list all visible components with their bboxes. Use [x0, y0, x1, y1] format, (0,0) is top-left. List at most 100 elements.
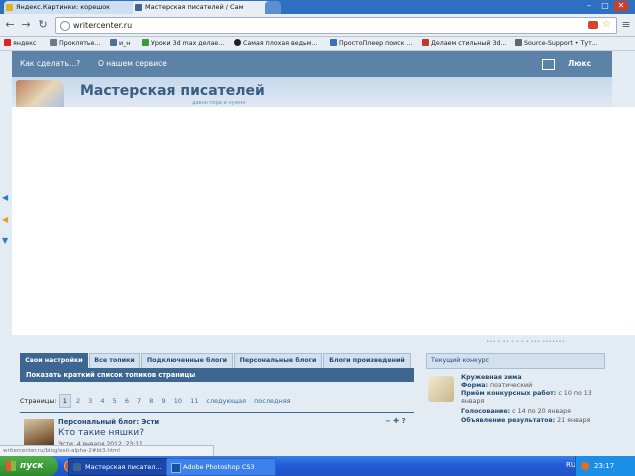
last-page-link[interactable]: последняя	[251, 395, 294, 407]
address-bar[interactable]: writercenter.ru ☆	[55, 17, 617, 34]
windows-logo-icon	[6, 461, 16, 471]
page-link[interactable]: 9	[158, 395, 168, 407]
back-arrow-icon[interactable]: ←	[3, 18, 17, 32]
page-icon	[234, 39, 241, 46]
expand-left-icon[interactable]: ◀	[2, 193, 8, 202]
page-link[interactable]: 5	[110, 395, 120, 407]
tab-all-topics[interactable]: Все топики	[89, 353, 140, 369]
next-page-link[interactable]: следующая	[203, 395, 249, 407]
page-link[interactable]: 8	[146, 395, 156, 407]
maximize-button[interactable]: □	[598, 1, 612, 11]
bookmarks-bar: яндекс Проклятье... и_н Уроки 3d max дел…	[0, 37, 635, 51]
scroll-icon	[428, 376, 454, 402]
mail-icon[interactable]	[542, 59, 555, 70]
collapse-down-icon[interactable]: ▼	[2, 236, 8, 245]
tray-app-icon[interactable]	[581, 462, 589, 470]
browser-tab-label: Яндекс.Картинки: корешок	[16, 3, 111, 11]
bookmark-item[interactable]: яндекс	[4, 38, 36, 49]
divider	[20, 412, 414, 413]
tab-personal-blogs[interactable]: Персональные блоги	[234, 353, 322, 369]
page-icon	[50, 39, 57, 46]
site-favicon-icon	[135, 4, 142, 11]
site-header: Как сделать...? О нашем сервисе Люкс Дан…	[12, 51, 612, 94]
adblock-icon[interactable]	[588, 21, 598, 29]
browser-tab-label: Мастерская писателей / Сам	[145, 3, 244, 11]
forward-arrow-icon[interactable]: →	[19, 18, 33, 32]
pagination: Страницы: 1 2 3 4 5 6 7 8 9 10 11 следую…	[20, 394, 294, 408]
address-url: writercenter.ru	[73, 21, 133, 30]
page-link-current[interactable]: 1	[58, 394, 71, 408]
page-icon	[515, 39, 522, 46]
contest-row: Форма: поэтический	[461, 382, 533, 389]
contest-partial-text: ••• • •• • • • • ••• •••••••	[486, 339, 565, 345]
page-link[interactable]: 3	[85, 395, 95, 407]
bookmark-item[interactable]: Проклятье...	[50, 38, 100, 49]
close-window-button[interactable]: ✕	[614, 1, 628, 11]
tab-own-settings[interactable]: Свои настройки	[20, 353, 88, 369]
page-link[interactable]: 2	[73, 395, 83, 407]
site-subtitle: давно пора и нужно	[192, 100, 246, 106]
minimize-button[interactable]: –	[582, 1, 596, 11]
nav-how-to[interactable]: Как сделать...?	[20, 51, 80, 77]
yandex-favicon-icon	[6, 4, 13, 11]
tab-work-blogs[interactable]: Блоги произведений	[323, 353, 411, 369]
contest-row: Голосование: с 14 по 20 января	[461, 408, 571, 415]
post-controls[interactable]: − ✚ ?	[385, 417, 406, 425]
page-icon	[142, 39, 149, 46]
contest-header-label: Текущий конкурс	[431, 357, 490, 364]
page-link[interactable]: 10	[171, 395, 185, 407]
short-list-link[interactable]: Показать краткий список топиков страницы	[26, 368, 195, 382]
new-tab-button[interactable]	[265, 1, 281, 14]
blog-tabs: Свои настройки Все топики Подключенные б…	[20, 353, 414, 369]
bookmark-item[interactable]: ПростоПлеер поиск ...	[330, 38, 412, 49]
tab-connected-blogs[interactable]: Подключенные блоги	[141, 353, 233, 369]
browser-toolbar: ← → ↻ writercenter.ru ☆ ≡	[0, 14, 635, 37]
clock: 23:17	[594, 462, 615, 470]
nav-about[interactable]: О нашем сервисе	[98, 51, 167, 77]
bookmark-item[interactable]: Самая плохая ведьм...	[234, 38, 317, 49]
page-icon	[110, 39, 117, 46]
contest-header: Текущий конкурс	[426, 353, 605, 369]
book-logo-icon	[16, 80, 64, 107]
bookmark-item[interactable]: Source-Support • Тут...	[515, 38, 598, 49]
bookmark-item[interactable]: и_н	[110, 38, 130, 49]
blank-content-area	[12, 107, 635, 335]
taskbar: пуск Мастерская писател... Adobe Photosh…	[0, 456, 635, 476]
bookmark-item[interactable]: Уроки 3d max делае...	[142, 38, 224, 49]
photoshop-icon	[171, 463, 181, 473]
start-button[interactable]: пуск	[0, 456, 58, 476]
taskbar-item-photoshop[interactable]: Adobe Photoshop CS3	[166, 458, 276, 476]
wrench-menu-icon[interactable]: ≡	[619, 18, 633, 32]
web-page: Как сделать...? О нашем сервисе Люкс Дан…	[0, 51, 635, 456]
page-link[interactable]: 6	[122, 395, 132, 407]
pager-label: Страницы:	[20, 397, 57, 405]
page-icon	[422, 39, 429, 46]
marker-icon: ◀	[2, 215, 9, 224]
page-link[interactable]: 11	[187, 395, 201, 407]
reload-icon[interactable]: ↻	[36, 18, 50, 32]
globe-icon	[60, 21, 70, 31]
contest-name[interactable]: Кружевная зима	[461, 374, 522, 382]
status-bubble: writercenter.ru/blog/esti-alpha-2#bt3.ht…	[0, 445, 214, 456]
browser-tab-strip: Яндекс.Картинки: корешок × Мастерская пи…	[0, 0, 635, 14]
site-favicon-icon	[73, 463, 81, 471]
page-link[interactable]: 7	[134, 395, 144, 407]
bookmark-item[interactable]: Делаем стильный 3d...	[422, 38, 506, 49]
contest-row: января	[461, 398, 485, 405]
browser-tab[interactable]: Яндекс.Картинки: корешок ×	[4, 1, 144, 14]
taskbar-item-browser[interactable]: Мастерская писател...	[68, 458, 174, 476]
page-icon	[330, 39, 337, 46]
contest-row: Приём конкурсных работ: с 10 по 13	[461, 390, 592, 397]
site-banner: Мастерская писателей давно пора и нужно	[12, 77, 612, 107]
browser-tab-active[interactable]: Мастерская писателей / Сам ×	[133, 1, 275, 14]
page-link[interactable]: 4	[97, 395, 107, 407]
yandex-icon	[4, 39, 11, 46]
contest-row: Объявление результатов: 21 января	[461, 417, 591, 424]
bookmark-star-icon[interactable]: ☆	[602, 18, 611, 32]
start-label: пуск	[20, 461, 44, 471]
post-title[interactable]: Кто такие няшки?	[58, 428, 144, 438]
post-blog-name[interactable]: Персональный блог: Эсти	[58, 418, 159, 426]
site-title[interactable]: Мастерская писателей	[80, 83, 265, 99]
short-list-bar[interactable]: Показать краткий список топиков страницы	[20, 368, 414, 382]
system-tray: 23:17	[575, 456, 635, 476]
